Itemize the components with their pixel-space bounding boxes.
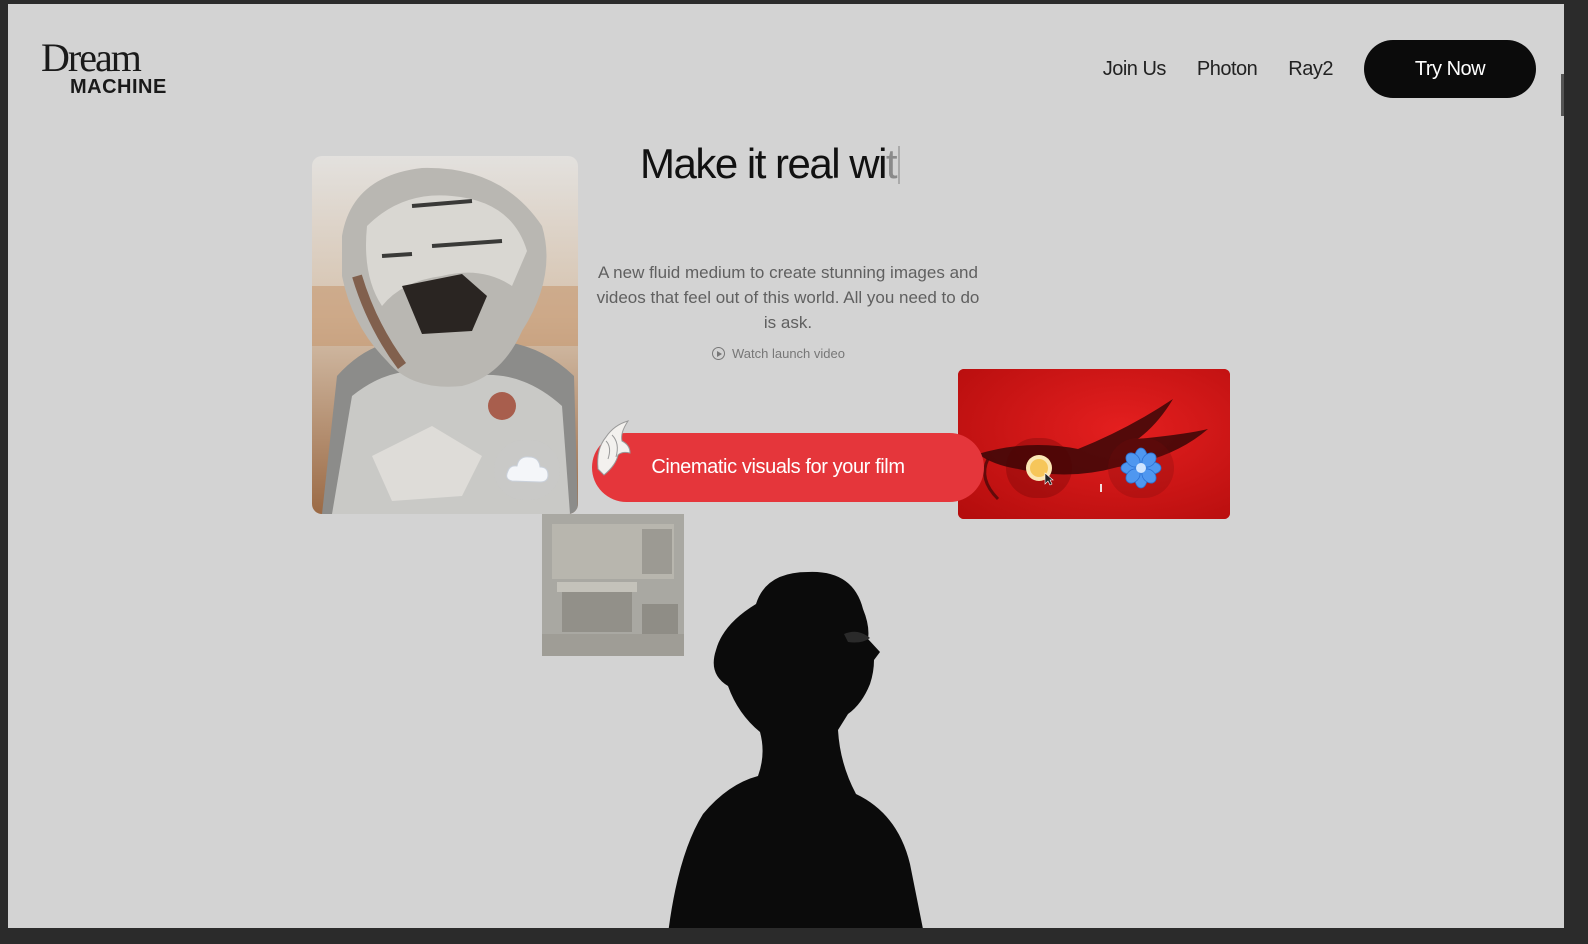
- divider-mark: [1100, 484, 1102, 492]
- landing-page: Dream MACHINE Join Us Photon Ray2 Try No…: [8, 4, 1564, 928]
- hero-headline: Make it real wit: [640, 140, 901, 188]
- dream-machine-logo[interactable]: Dream MACHINE: [41, 38, 167, 99]
- nav-link-photon[interactable]: Photon: [1197, 58, 1258, 81]
- headline-text: Make it real wi: [640, 140, 887, 187]
- flower-icon: [1120, 447, 1162, 489]
- headline-fading-letter: t: [885, 140, 898, 187]
- dragon-image: [958, 369, 1230, 519]
- hero-description: A new fluid medium to create stunning im…: [596, 263, 980, 332]
- scrollbar-handle[interactable]: [1561, 74, 1564, 116]
- cinematic-visuals-pill[interactable]: Cinematic visuals for your film: [592, 433, 984, 502]
- red-dragon-image-card[interactable]: [958, 369, 1230, 519]
- watch-launch-video-link[interactable]: Watch launch video: [712, 346, 845, 361]
- watch-link-label: Watch launch video: [732, 346, 845, 361]
- cursor-icon: [1044, 472, 1054, 486]
- cloud-icon: [506, 456, 549, 483]
- try-now-button[interactable]: Try Now: [1364, 40, 1536, 98]
- person-silhouette: [668, 571, 923, 928]
- logo-word-dream: Dream: [41, 35, 142, 80]
- cloud-chip[interactable]: [494, 440, 560, 500]
- nav-link-join-us[interactable]: Join Us: [1103, 58, 1167, 81]
- sun-chip[interactable]: [1006, 438, 1072, 498]
- flower-chip[interactable]: [1108, 438, 1174, 498]
- typing-caret: [898, 146, 901, 184]
- play-circle-icon: [712, 347, 725, 360]
- top-nav: Join Us Photon Ray2 Try Now: [1103, 40, 1536, 98]
- logo-word-machine: MACHINE: [70, 76, 167, 98]
- nav-link-ray2[interactable]: Ray2: [1288, 58, 1333, 81]
- bird-icon: [597, 420, 631, 476]
